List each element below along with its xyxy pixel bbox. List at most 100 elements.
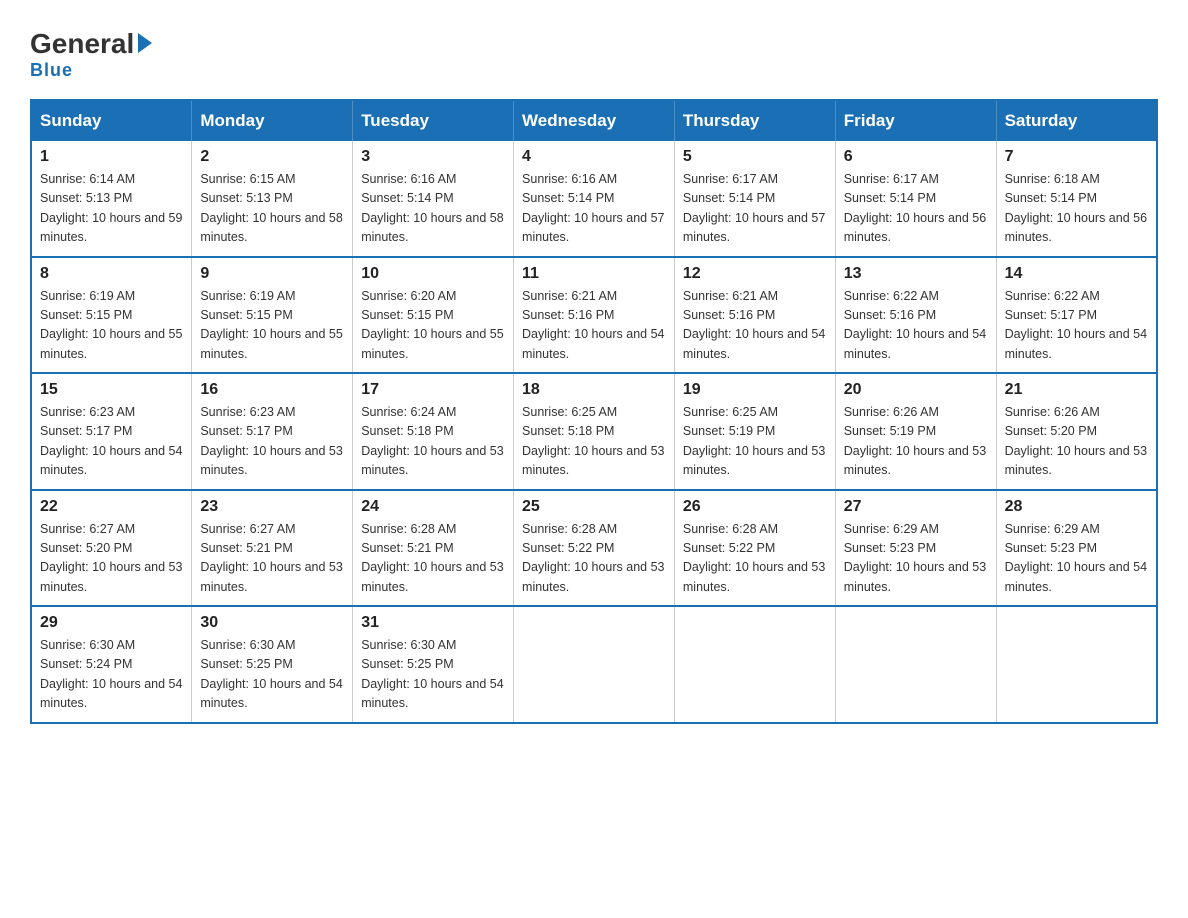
day-cell: 3 Sunrise: 6:16 AM Sunset: 5:14 PM Dayli… bbox=[353, 141, 514, 257]
day-cell: 13 Sunrise: 6:22 AM Sunset: 5:16 PM Dayl… bbox=[835, 257, 996, 374]
day-cell: 18 Sunrise: 6:25 AM Sunset: 5:18 PM Dayl… bbox=[514, 373, 675, 490]
day-cell: 29 Sunrise: 6:30 AM Sunset: 5:24 PM Dayl… bbox=[31, 606, 192, 723]
day-cell: 23 Sunrise: 6:27 AM Sunset: 5:21 PM Dayl… bbox=[192, 490, 353, 607]
day-cell bbox=[514, 606, 675, 723]
day-number: 5 bbox=[683, 148, 827, 166]
day-info: Sunrise: 6:22 AM Sunset: 5:16 PM Dayligh… bbox=[844, 287, 988, 365]
day-info: Sunrise: 6:17 AM Sunset: 5:14 PM Dayligh… bbox=[683, 170, 827, 248]
day-cell: 28 Sunrise: 6:29 AM Sunset: 5:23 PM Dayl… bbox=[996, 490, 1157, 607]
day-cell bbox=[996, 606, 1157, 723]
header-cell-saturday: Saturday bbox=[996, 100, 1157, 141]
day-info: Sunrise: 6:28 AM Sunset: 5:21 PM Dayligh… bbox=[361, 520, 505, 598]
day-cell: 25 Sunrise: 6:28 AM Sunset: 5:22 PM Dayl… bbox=[514, 490, 675, 607]
calendar-header: SundayMondayTuesdayWednesdayThursdayFrid… bbox=[31, 100, 1157, 141]
week-row-2: 8 Sunrise: 6:19 AM Sunset: 5:15 PM Dayli… bbox=[31, 257, 1157, 374]
header: General Blue bbox=[30, 30, 1158, 81]
day-number: 23 bbox=[200, 498, 344, 516]
day-number: 3 bbox=[361, 148, 505, 166]
day-cell: 7 Sunrise: 6:18 AM Sunset: 5:14 PM Dayli… bbox=[996, 141, 1157, 257]
day-cell: 9 Sunrise: 6:19 AM Sunset: 5:15 PM Dayli… bbox=[192, 257, 353, 374]
day-info: Sunrise: 6:27 AM Sunset: 5:21 PM Dayligh… bbox=[200, 520, 344, 598]
day-number: 18 bbox=[522, 381, 666, 399]
day-info: Sunrise: 6:24 AM Sunset: 5:18 PM Dayligh… bbox=[361, 403, 505, 481]
day-cell: 11 Sunrise: 6:21 AM Sunset: 5:16 PM Dayl… bbox=[514, 257, 675, 374]
day-info: Sunrise: 6:17 AM Sunset: 5:14 PM Dayligh… bbox=[844, 170, 988, 248]
day-info: Sunrise: 6:23 AM Sunset: 5:17 PM Dayligh… bbox=[40, 403, 183, 481]
day-info: Sunrise: 6:19 AM Sunset: 5:15 PM Dayligh… bbox=[40, 287, 183, 365]
logo-general-text: General bbox=[30, 30, 134, 58]
day-number: 28 bbox=[1005, 498, 1148, 516]
week-row-5: 29 Sunrise: 6:30 AM Sunset: 5:24 PM Dayl… bbox=[31, 606, 1157, 723]
day-number: 16 bbox=[200, 381, 344, 399]
day-info: Sunrise: 6:16 AM Sunset: 5:14 PM Dayligh… bbox=[522, 170, 666, 248]
day-info: Sunrise: 6:26 AM Sunset: 5:19 PM Dayligh… bbox=[844, 403, 988, 481]
day-cell: 16 Sunrise: 6:23 AM Sunset: 5:17 PM Dayl… bbox=[192, 373, 353, 490]
day-cell: 19 Sunrise: 6:25 AM Sunset: 5:19 PM Dayl… bbox=[674, 373, 835, 490]
day-number: 4 bbox=[522, 148, 666, 166]
day-cell: 22 Sunrise: 6:27 AM Sunset: 5:20 PM Dayl… bbox=[31, 490, 192, 607]
day-cell bbox=[835, 606, 996, 723]
day-info: Sunrise: 6:28 AM Sunset: 5:22 PM Dayligh… bbox=[522, 520, 666, 598]
day-info: Sunrise: 6:23 AM Sunset: 5:17 PM Dayligh… bbox=[200, 403, 344, 481]
day-cell bbox=[674, 606, 835, 723]
day-info: Sunrise: 6:16 AM Sunset: 5:14 PM Dayligh… bbox=[361, 170, 505, 248]
day-number: 8 bbox=[40, 265, 183, 283]
week-row-4: 22 Sunrise: 6:27 AM Sunset: 5:20 PM Dayl… bbox=[31, 490, 1157, 607]
day-info: Sunrise: 6:18 AM Sunset: 5:14 PM Dayligh… bbox=[1005, 170, 1148, 248]
day-cell: 21 Sunrise: 6:26 AM Sunset: 5:20 PM Dayl… bbox=[996, 373, 1157, 490]
day-number: 7 bbox=[1005, 148, 1148, 166]
day-info: Sunrise: 6:30 AM Sunset: 5:25 PM Dayligh… bbox=[361, 636, 505, 714]
header-cell-wednesday: Wednesday bbox=[514, 100, 675, 141]
day-cell: 8 Sunrise: 6:19 AM Sunset: 5:15 PM Dayli… bbox=[31, 257, 192, 374]
logo-triangle-icon bbox=[138, 33, 152, 53]
day-info: Sunrise: 6:27 AM Sunset: 5:20 PM Dayligh… bbox=[40, 520, 183, 598]
day-number: 12 bbox=[683, 265, 827, 283]
day-cell: 2 Sunrise: 6:15 AM Sunset: 5:13 PM Dayli… bbox=[192, 141, 353, 257]
day-number: 14 bbox=[1005, 265, 1148, 283]
day-info: Sunrise: 6:20 AM Sunset: 5:15 PM Dayligh… bbox=[361, 287, 505, 365]
day-number: 29 bbox=[40, 614, 183, 632]
day-number: 21 bbox=[1005, 381, 1148, 399]
day-cell: 20 Sunrise: 6:26 AM Sunset: 5:19 PM Dayl… bbox=[835, 373, 996, 490]
logo-area: General Blue bbox=[30, 30, 152, 81]
day-cell: 15 Sunrise: 6:23 AM Sunset: 5:17 PM Dayl… bbox=[31, 373, 192, 490]
day-number: 15 bbox=[40, 381, 183, 399]
week-row-1: 1 Sunrise: 6:14 AM Sunset: 5:13 PM Dayli… bbox=[31, 141, 1157, 257]
day-info: Sunrise: 6:28 AM Sunset: 5:22 PM Dayligh… bbox=[683, 520, 827, 598]
day-info: Sunrise: 6:19 AM Sunset: 5:15 PM Dayligh… bbox=[200, 287, 344, 365]
day-number: 25 bbox=[522, 498, 666, 516]
day-number: 19 bbox=[683, 381, 827, 399]
logo-blue-text: Blue bbox=[30, 60, 73, 81]
day-info: Sunrise: 6:25 AM Sunset: 5:18 PM Dayligh… bbox=[522, 403, 666, 481]
day-number: 1 bbox=[40, 148, 183, 166]
calendar-body: 1 Sunrise: 6:14 AM Sunset: 5:13 PM Dayli… bbox=[31, 141, 1157, 723]
header-row: SundayMondayTuesdayWednesdayThursdayFrid… bbox=[31, 100, 1157, 141]
day-info: Sunrise: 6:15 AM Sunset: 5:13 PM Dayligh… bbox=[200, 170, 344, 248]
day-number: 10 bbox=[361, 265, 505, 283]
day-cell: 12 Sunrise: 6:21 AM Sunset: 5:16 PM Dayl… bbox=[674, 257, 835, 374]
header-cell-monday: Monday bbox=[192, 100, 353, 141]
day-info: Sunrise: 6:14 AM Sunset: 5:13 PM Dayligh… bbox=[40, 170, 183, 248]
day-cell: 1 Sunrise: 6:14 AM Sunset: 5:13 PM Dayli… bbox=[31, 141, 192, 257]
day-info: Sunrise: 6:29 AM Sunset: 5:23 PM Dayligh… bbox=[1005, 520, 1148, 598]
day-number: 24 bbox=[361, 498, 505, 516]
day-cell: 6 Sunrise: 6:17 AM Sunset: 5:14 PM Dayli… bbox=[835, 141, 996, 257]
day-number: 6 bbox=[844, 148, 988, 166]
day-info: Sunrise: 6:29 AM Sunset: 5:23 PM Dayligh… bbox=[844, 520, 988, 598]
day-number: 27 bbox=[844, 498, 988, 516]
header-cell-tuesday: Tuesday bbox=[353, 100, 514, 141]
day-cell: 26 Sunrise: 6:28 AM Sunset: 5:22 PM Dayl… bbox=[674, 490, 835, 607]
day-info: Sunrise: 6:30 AM Sunset: 5:25 PM Dayligh… bbox=[200, 636, 344, 714]
day-number: 2 bbox=[200, 148, 344, 166]
day-info: Sunrise: 6:25 AM Sunset: 5:19 PM Dayligh… bbox=[683, 403, 827, 481]
day-cell: 24 Sunrise: 6:28 AM Sunset: 5:21 PM Dayl… bbox=[353, 490, 514, 607]
day-number: 9 bbox=[200, 265, 344, 283]
day-cell: 17 Sunrise: 6:24 AM Sunset: 5:18 PM Dayl… bbox=[353, 373, 514, 490]
day-info: Sunrise: 6:21 AM Sunset: 5:16 PM Dayligh… bbox=[522, 287, 666, 365]
day-cell: 5 Sunrise: 6:17 AM Sunset: 5:14 PM Dayli… bbox=[674, 141, 835, 257]
logo: General bbox=[30, 30, 152, 58]
day-number: 22 bbox=[40, 498, 183, 516]
header-cell-thursday: Thursday bbox=[674, 100, 835, 141]
day-cell: 10 Sunrise: 6:20 AM Sunset: 5:15 PM Dayl… bbox=[353, 257, 514, 374]
header-cell-friday: Friday bbox=[835, 100, 996, 141]
